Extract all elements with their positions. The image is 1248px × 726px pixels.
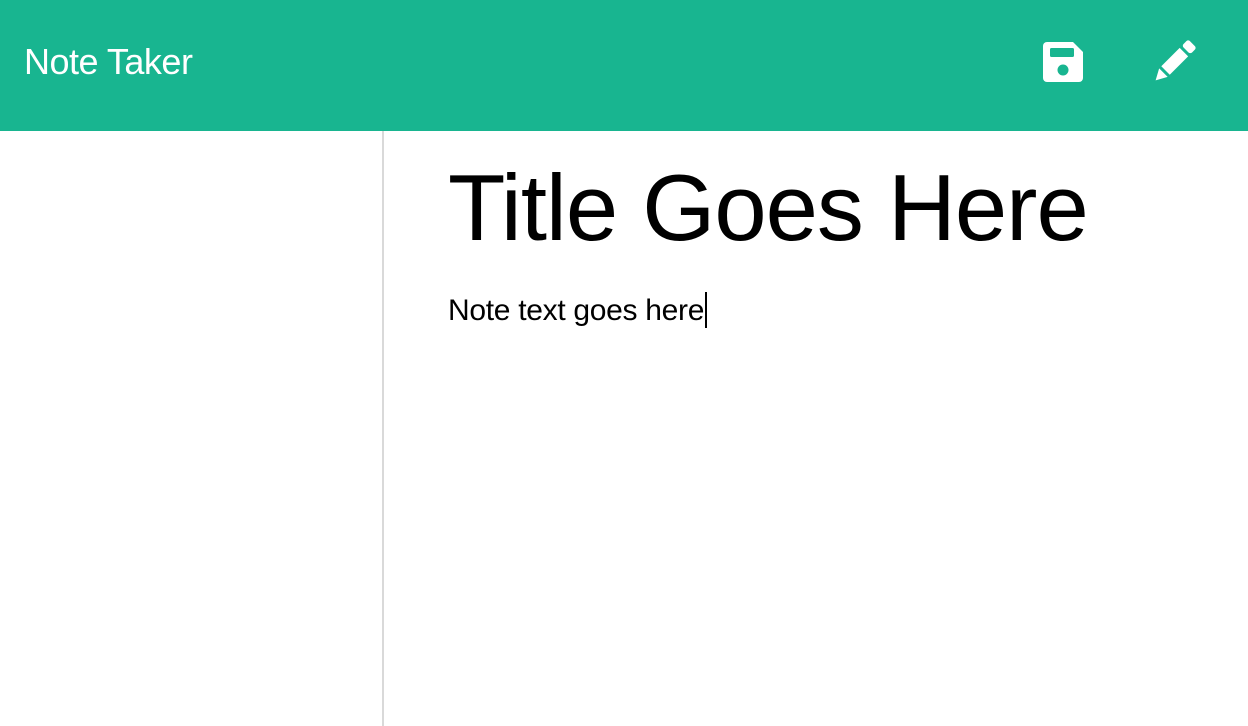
pencil-icon: [1155, 40, 1196, 81]
note-text: Note text goes here: [448, 294, 705, 327]
floppy-disk-icon: [1043, 42, 1083, 82]
app-brand[interactable]: Note Taker: [24, 40, 193, 84]
note-title-input[interactable]: [448, 153, 1228, 263]
note-text-area[interactable]: Note text goes here: [448, 289, 708, 333]
new-note-button[interactable]: [1144, 32, 1204, 92]
save-note-button[interactable]: [1033, 32, 1093, 92]
notes-sidebar: [0, 131, 384, 726]
text-cursor: [705, 292, 708, 328]
top-navbar: Note Taker: [0, 0, 1248, 131]
note-editor: Note text goes here: [384, 131, 1248, 726]
